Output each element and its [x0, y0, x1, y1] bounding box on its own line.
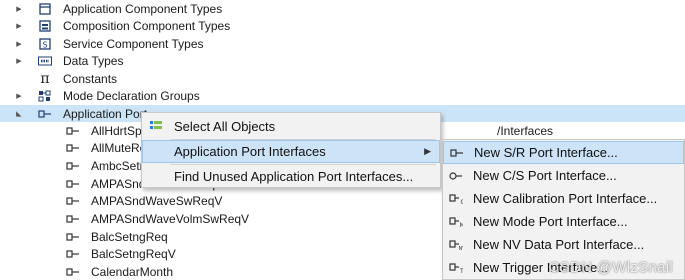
tree-item-service-component-types[interactable]: ▶ S Service Component Types [0, 35, 685, 52]
mode-port-icon: M [448, 214, 464, 230]
svg-text:S: S [42, 40, 47, 49]
expand-arrow-icon[interactable]: ▶ [14, 22, 24, 30]
submenu-item-new-cs-port-interface[interactable]: New C/S Port Interface... [443, 164, 684, 187]
tree-item-label: Composition Component Types [63, 18, 231, 33]
service-type-icon: S [38, 37, 52, 51]
tree-child-label: CalendarMonth [91, 264, 174, 279]
submenu-item-new-nv-data-port-interface[interactable]: NV New NV Data Port Interface... [443, 233, 684, 256]
tree-item-composition-component-types[interactable]: ▶ Composition Component Types [0, 17, 685, 34]
menu-item-label: Find Unused Application Port Interfaces.… [174, 168, 414, 184]
port-interface-icon [66, 212, 80, 226]
svg-text:M: M [460, 222, 464, 228]
port-interface-icon [38, 107, 52, 121]
context-menu: Select All Objects Application Port Inte… [141, 112, 441, 188]
tree-child-label: AmbcSetn [91, 158, 147, 173]
expand-arrow-icon[interactable]: ▶ [14, 57, 24, 65]
component-type-icon [38, 2, 52, 16]
menu-item-label: Select All Objects [174, 118, 276, 134]
menu-item-application-port-interfaces[interactable]: Application Port Interfaces ▶ [142, 140, 440, 163]
trigger-port-icon: T [448, 260, 464, 276]
port-interface-icon [66, 177, 80, 191]
tree-child-label: BalcSetngReq [91, 229, 168, 244]
tree-item-label: Service Component Types [63, 36, 204, 51]
submenu-arrow-icon: ▶ [424, 146, 431, 156]
interfaces-path-text: /Interfaces [497, 124, 554, 138]
port-interface-icon [66, 159, 80, 173]
submenu-item-new-sr-port-interface[interactable]: New S/R Port Interface... [443, 141, 684, 164]
menu-item-label: Application Port Interfaces [174, 144, 326, 159]
submenu-item-label: New C/S Port Interface... [473, 168, 617, 183]
tree-item-label: Data Types [63, 53, 124, 68]
port-interface-icon [66, 194, 80, 208]
tree-child-label: AMPASndWaveVolmSwReqV [91, 211, 250, 226]
expand-arrow-icon[interactable]: ▶ [14, 40, 24, 48]
submenu-item-label: New S/R Port Interface... [474, 145, 618, 160]
tree-item-label: Application Port [63, 106, 148, 121]
calibration-port-icon: C [448, 191, 464, 207]
submenu-item-label: New Mode Port Interface... [473, 214, 628, 229]
tree-child-label: AllMuteRe [91, 140, 147, 155]
menu-item-select-all-objects[interactable]: Select All Objects [142, 115, 440, 137]
port-interface-icon [66, 265, 80, 279]
sr-port-icon [449, 145, 465, 161]
submenu-item-label: New NV Data Port Interface... [473, 237, 645, 252]
expand-arrow-icon[interactable]: ▶ [14, 92, 24, 100]
submenu-item-new-mode-port-interface[interactable]: M New Mode Port Interface... [443, 210, 684, 233]
tree-child-label: BalcSetngReqV [91, 246, 176, 261]
select-all-icon [148, 118, 164, 134]
tree-child-label: AMPASndWaveSwReqV [91, 193, 223, 208]
port-interface-icon [66, 247, 80, 261]
tree-item-constants[interactable]: π Constants [0, 70, 685, 87]
mode-groups-icon [38, 89, 52, 103]
data-types-icon [38, 54, 52, 68]
pi-icon: π [40, 70, 50, 87]
tree-child-label: AllHdrtSpk [91, 123, 148, 138]
submenu-item-label: New Calibration Port Interface... [473, 191, 658, 206]
tree-item-mode-declaration-groups[interactable]: ▶ Mode Declaration Groups [0, 87, 685, 104]
svg-text:C: C [461, 199, 464, 205]
watermark: CSDN @WlzSnail [548, 259, 673, 276]
tree-item-label: Application Component Types [63, 1, 223, 16]
cs-port-icon [448, 168, 464, 184]
port-interface-icon [66, 124, 80, 138]
svg-text:T: T [459, 268, 463, 274]
svg-text:NV: NV [459, 246, 464, 251]
port-interface-icon [66, 230, 80, 244]
port-interface-icon [66, 141, 80, 155]
tree-item-label: Mode Declaration Groups [63, 88, 200, 103]
composition-type-icon [38, 19, 52, 33]
menu-item-find-unused[interactable]: Find Unused Application Port Interfaces.… [142, 165, 440, 187]
tree-item-label: Constants [63, 71, 118, 86]
tree-item-application-component-types[interactable]: ▶ Application Component Types [0, 0, 685, 17]
collapse-arrow-icon[interactable]: ◢ [15, 109, 23, 119]
tree-item-data-types[interactable]: ▶ Data Types [0, 52, 685, 69]
nv-port-icon: NV [448, 237, 464, 253]
submenu-item-new-calibration-port-interface[interactable]: C New Calibration Port Interface... [443, 187, 684, 210]
expand-arrow-icon[interactable]: ▶ [14, 5, 24, 13]
